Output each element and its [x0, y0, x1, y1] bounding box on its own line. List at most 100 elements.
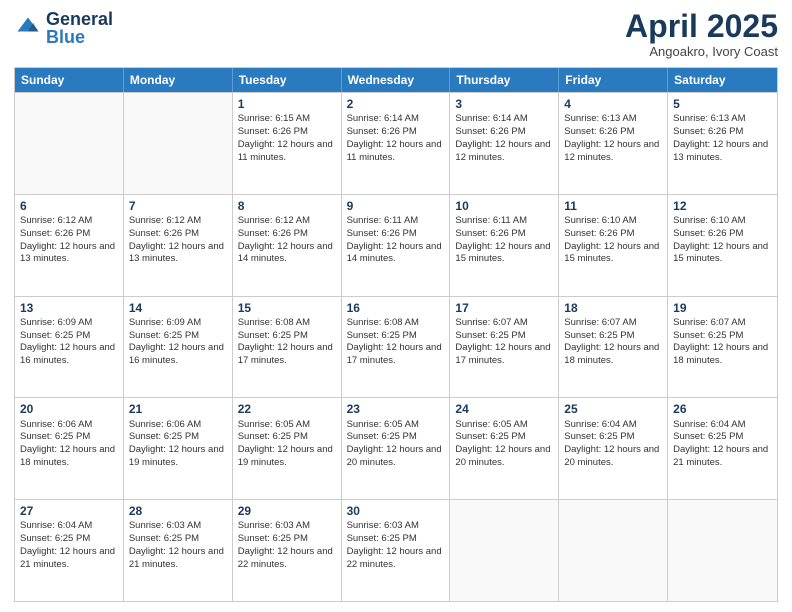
table-row: 6Sunrise: 6:12 AMSunset: 6:26 PMDaylight… [15, 195, 124, 296]
day-info: Sunrise: 6:03 AMSunset: 6:25 PMDaylight:… [347, 520, 445, 571]
day-number: 12 [673, 198, 772, 214]
day-header-sunday: Sunday [15, 68, 124, 92]
day-header-saturday: Saturday [668, 68, 777, 92]
logo-icon [14, 14, 42, 42]
day-info: Sunrise: 6:07 AMSunset: 6:25 PMDaylight:… [564, 317, 662, 368]
week-row-5: 27Sunrise: 6:04 AMSunset: 6:25 PMDayligh… [15, 499, 777, 601]
day-number: 17 [455, 300, 553, 316]
table-row: 22 Sunrise: 6:05 AMSunset: 6:25 PMDayligh… [233, 398, 342, 499]
day-number: 9 [347, 198, 445, 214]
day-number: 25 [564, 401, 662, 417]
day-number: 10 [455, 198, 553, 214]
header-right: April 2025 Angoakro, Ivory Coast [625, 10, 778, 59]
day-info: Sunrise: 6:14 AMSunset: 6:26 PMDaylight:… [455, 113, 553, 164]
table-row: 23Sunrise: 6:05 AMSunset: 6:25 PMDayligh… [342, 398, 451, 499]
table-row: 7Sunrise: 6:12 AMSunset: 6:26 PMDaylight… [124, 195, 233, 296]
day-info: Sunrise: 6:08 AMSunset: 6:25 PMDaylight:… [238, 317, 336, 368]
header: General Blue April 2025 Angoakro, Ivory … [14, 10, 778, 59]
table-row: 20 Sunrise: 6:06 AMSunset: 6:25 PMDayligh… [15, 398, 124, 499]
day-number: 28 [129, 503, 227, 519]
page: General Blue April 2025 Angoakro, Ivory … [0, 0, 792, 612]
day-info: Sunrise: 6:12 AMSunset: 6:26 PMDaylight:… [129, 215, 227, 266]
day-info: Sunrise: 6:04 AMSunset: 6:25 PMDaylight:… [20, 520, 118, 571]
day-header-wednesday: Wednesday [342, 68, 451, 92]
table-row: 5Sunrise: 6:13 AMSunset: 6:26 PMDaylight… [668, 93, 777, 194]
day-number: 20 [20, 401, 118, 417]
day-info: Sunrise: 6:07 AMSunset: 6:25 PMDaylight:… [673, 317, 772, 368]
day-info: Sunrise: 6:03 AMSunset: 6:25 PMDaylight:… [238, 520, 336, 571]
table-row [15, 93, 124, 194]
day-info: Sunrise: 6:13 AMSunset: 6:26 PMDaylight:… [564, 113, 662, 164]
day-header-thursday: Thursday [450, 68, 559, 92]
day-info: Sunrise: 6:06 AMSunset: 6:25 PMDaylight:… [20, 419, 118, 470]
table-row [450, 500, 559, 601]
day-number: 3 [455, 96, 553, 112]
day-number: 15 [238, 300, 336, 316]
day-number: 7 [129, 198, 227, 214]
day-header-friday: Friday [559, 68, 668, 92]
day-header-monday: Monday [124, 68, 233, 92]
day-number: 2 [347, 96, 445, 112]
day-info: Sunrise: 6:05 AMSunset: 6:25 PMDaylight:… [238, 419, 336, 470]
day-info: Sunrise: 6:13 AMSunset: 6:26 PMDaylight:… [673, 113, 772, 164]
day-info: Sunrise: 6:10 AMSunset: 6:26 PMDaylight:… [564, 215, 662, 266]
table-row: 28Sunrise: 6:03 AMSunset: 6:25 PMDayligh… [124, 500, 233, 601]
day-number: 22 [238, 401, 336, 417]
table-row: 18Sunrise: 6:07 AMSunset: 6:25 PMDayligh… [559, 297, 668, 398]
day-number: 26 [673, 401, 772, 417]
table-row: 16Sunrise: 6:08 AMSunset: 6:25 PMDayligh… [342, 297, 451, 398]
calendar-header: SundayMondayTuesdayWednesdayThursdayFrid… [15, 68, 777, 92]
week-row-4: 20 Sunrise: 6:06 AMSunset: 6:25 PMDayligh… [15, 397, 777, 499]
day-info: Sunrise: 6:12 AMSunset: 6:26 PMDaylight:… [20, 215, 118, 266]
day-number: 16 [347, 300, 445, 316]
logo-blue: Blue [46, 27, 85, 47]
logo-general: General [46, 9, 113, 29]
day-number: 24 [455, 401, 553, 417]
table-row: 24Sunrise: 6:05 AMSunset: 6:25 PMDayligh… [450, 398, 559, 499]
week-row-1: 1Sunrise: 6:15 AMSunset: 6:26 PMDaylight… [15, 92, 777, 194]
day-info: Sunrise: 6:08 AMSunset: 6:25 PMDaylight:… [347, 317, 445, 368]
day-info: Sunrise: 6:11 AMSunset: 6:26 PMDaylight:… [455, 215, 553, 266]
table-row: 29Sunrise: 6:03 AMSunset: 6:25 PMDayligh… [233, 500, 342, 601]
table-row: 2Sunrise: 6:14 AMSunset: 6:26 PMDaylight… [342, 93, 451, 194]
day-info: Sunrise: 6:04 AMSunset: 6:25 PMDaylight:… [673, 419, 772, 470]
table-row: 12Sunrise: 6:10 AMSunset: 6:26 PMDayligh… [668, 195, 777, 296]
table-row: 21 Sunrise: 6:06 AMSunset: 6:25 PMDayligh… [124, 398, 233, 499]
day-info: Sunrise: 6:07 AMSunset: 6:25 PMDaylight:… [455, 317, 553, 368]
day-number: 4 [564, 96, 662, 112]
day-info: Sunrise: 6:03 AMSunset: 6:25 PMDaylight:… [129, 520, 227, 571]
table-row: 19Sunrise: 6:07 AMSunset: 6:25 PMDayligh… [668, 297, 777, 398]
day-info: Sunrise: 6:11 AMSunset: 6:26 PMDaylight:… [347, 215, 445, 266]
table-row: 14Sunrise: 6:09 AMSunset: 6:25 PMDayligh… [124, 297, 233, 398]
day-number: 8 [238, 198, 336, 214]
table-row: 3Sunrise: 6:14 AMSunset: 6:26 PMDaylight… [450, 93, 559, 194]
week-row-3: 13 Sunrise: 6:09 AMSunset: 6:25 PMDayligh… [15, 296, 777, 398]
day-number: 19 [673, 300, 772, 316]
table-row: 26 Sunrise: 6:04 AMSunset: 6:25 PMDayligh… [668, 398, 777, 499]
day-info: Sunrise: 6:06 AMSunset: 6:25 PMDaylight:… [129, 419, 227, 470]
day-number: 13 [20, 300, 118, 316]
day-info: Sunrise: 6:04 AMSunset: 6:25 PMDaylight:… [564, 419, 662, 470]
location: Angoakro, Ivory Coast [625, 44, 778, 59]
calendar: SundayMondayTuesdayWednesdayThursdayFrid… [14, 67, 778, 602]
table-row: 17Sunrise: 6:07 AMSunset: 6:25 PMDayligh… [450, 297, 559, 398]
table-row [668, 500, 777, 601]
day-number: 5 [673, 96, 772, 112]
table-row: 1Sunrise: 6:15 AMSunset: 6:26 PMDaylight… [233, 93, 342, 194]
day-info: Sunrise: 6:15 AMSunset: 6:26 PMDaylight:… [238, 113, 336, 164]
day-info: Sunrise: 6:05 AMSunset: 6:25 PMDaylight:… [347, 419, 445, 470]
day-info: Sunrise: 6:12 AMSunset: 6:26 PMDaylight:… [238, 215, 336, 266]
day-info: Sunrise: 6:14 AMSunset: 6:26 PMDaylight:… [347, 113, 445, 164]
table-row: 8Sunrise: 6:12 AMSunset: 6:26 PMDaylight… [233, 195, 342, 296]
day-number: 30 [347, 503, 445, 519]
week-row-2: 6Sunrise: 6:12 AMSunset: 6:26 PMDaylight… [15, 194, 777, 296]
table-row: 4Sunrise: 6:13 AMSunset: 6:26 PMDaylight… [559, 93, 668, 194]
calendar-body: 1Sunrise: 6:15 AMSunset: 6:26 PMDaylight… [15, 92, 777, 601]
day-number: 21 [129, 401, 227, 417]
day-number: 1 [238, 96, 336, 112]
day-number: 14 [129, 300, 227, 316]
table-row: 25 Sunrise: 6:04 AMSunset: 6:25 PMDayligh… [559, 398, 668, 499]
day-header-tuesday: Tuesday [233, 68, 342, 92]
day-info: Sunrise: 6:09 AMSunset: 6:25 PMDaylight:… [129, 317, 227, 368]
table-row: 15Sunrise: 6:08 AMSunset: 6:25 PMDayligh… [233, 297, 342, 398]
